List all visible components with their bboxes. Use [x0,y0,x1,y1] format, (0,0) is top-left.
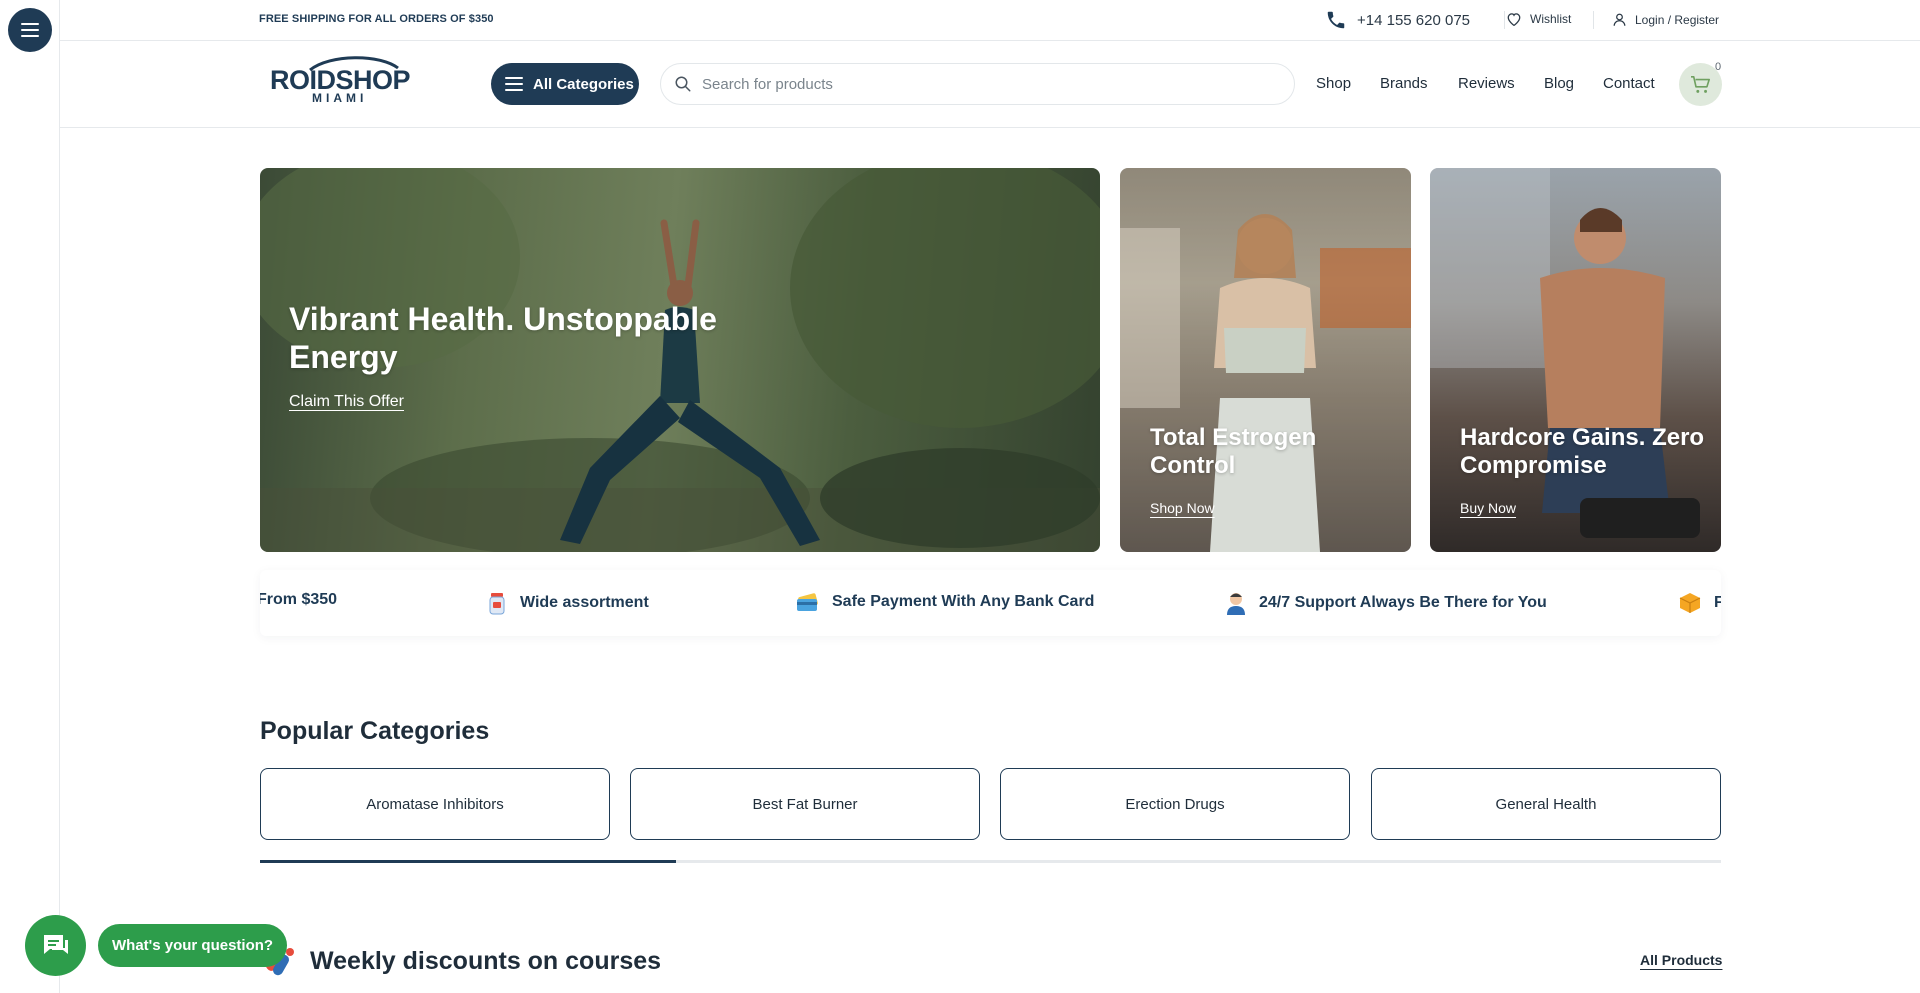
hero-banner-title: Vibrant Health. Unstoppable Energy [289,301,717,375]
phone-icon [1327,11,1345,29]
popular-categories-title: Popular Categories [260,717,490,745]
gains-banner-title: Hardcore Gains. Zero Compromise [1460,424,1705,479]
banner-estrogen-control[interactable]: Total Estrogen Control Shop Now [1120,168,1411,552]
svg-text:MIAMI: MIAMI [312,91,367,104]
banner-image-woman [1120,168,1411,552]
cart-count-badge: 0 [1715,61,1722,73]
weekly-discounts-heading: Weekly discounts on courses [260,944,661,978]
nav-brands[interactable]: Brands [1380,75,1428,92]
banner-image-man [1430,168,1700,538]
hero-banner-yoga[interactable]: Vibrant Health. Unstoppable Energy Claim… [260,168,1100,552]
login-register-link[interactable]: Login / Register [1612,12,1719,27]
login-label: Login / Register [1635,12,1720,27]
divider [1593,11,1594,29]
all-categories-button[interactable]: All Categories [491,63,639,105]
heart-icon [1507,13,1521,26]
package-icon [1679,593,1701,613]
search-icon[interactable] [674,75,692,93]
feature-free-delivery-label: Fr [1714,594,1721,611]
support-agent-icon [1227,593,1245,615]
feature-payment: Safe Payment With Any Bank Card [796,591,1094,613]
category-general-health[interactable]: General Health [1371,768,1721,840]
main-header: ROIDSHOP MIAMI All Categories Shop Brand… [60,41,1920,128]
cart-icon [1690,75,1710,93]
user-icon [1613,13,1626,26]
feature-assortment: Wide assortment [486,591,649,615]
nav-contact[interactable]: Contact [1603,75,1655,92]
top-bar: FREE SHIPPING FOR ALL ORDERS OF $350 +14… [60,0,1920,41]
feature-support-label: 24/7 Support Always Be There for You [1259,594,1547,611]
all-categories-label: All Categories [533,75,634,93]
features-strip: From $350 Wide assortment Safe Payment W… [260,570,1721,636]
nav-shop[interactable]: Shop [1316,75,1351,92]
feature-payment-label: Safe Payment With Any Bank Card [832,593,1095,610]
category-aromatase-inhibitors[interactable]: Aromatase Inhibitors [260,768,610,840]
shop-now-link[interactable]: Shop Now [1150,500,1215,516]
phone-number: +14 155 620 075 [1357,11,1471,29]
feature-shipping: From $350 [260,591,337,609]
phone-contact[interactable]: +14 155 620 075 [1325,9,1470,31]
credit-card-icon [797,593,818,611]
category-erection-drugs[interactable]: Erection Drugs [1000,768,1350,840]
feature-assortment-label: Wide assortment [520,594,649,611]
categories-scrollbar-thumb[interactable] [260,860,677,863]
weekly-discounts-title: Weekly discounts on courses [310,946,662,975]
page: FREE SHIPPING FOR ALL ORDERS OF $350 +14… [0,0,1920,993]
category-best-fat-burner[interactable]: Best Fat Burner [630,768,980,840]
nav-reviews[interactable]: Reviews [1458,75,1515,92]
nav-blog[interactable]: Blog [1544,75,1574,92]
feature-free-delivery: Fr [1678,591,1721,615]
left-rail [0,0,60,993]
feature-support: 24/7 Support Always Be There for You [1225,591,1547,615]
feature-shipping-label: From $350 [260,591,338,608]
search-bar [660,63,1295,105]
claim-offer-link[interactable]: Claim This Offer [289,393,404,411]
hamburger-icon [505,77,523,91]
divider [1504,11,1505,29]
estrogen-banner-title: Total Estrogen Control [1150,424,1317,479]
buy-now-link[interactable]: Buy Now [1460,500,1516,516]
logo-graphic: ROIDSHOP MIAMI [270,56,411,105]
chat-button[interactable] [25,915,86,976]
free-shipping-promo: FREE SHIPPING FOR ALL ORDERS OF $350 [259,13,494,25]
hamburger-icon [21,23,39,37]
search-input[interactable] [702,75,1262,93]
medicine-bottle-icon [489,593,505,615]
chat-prompt-bubble[interactable]: What's your question? [98,924,288,967]
chat-icon [43,934,68,954]
banner-hardcore-gains[interactable]: Hardcore Gains. Zero Compromise Buy Now [1430,168,1721,552]
wishlist-label: Wishlist [1530,12,1572,26]
side-menu-button[interactable] [8,8,52,52]
site-logo[interactable]: ROIDSHOP MIAMI [270,56,436,105]
wishlist-link[interactable]: Wishlist [1506,12,1571,26]
all-products-link[interactable]: All Products [1640,952,1722,968]
categories-scrollbar[interactable] [260,860,1721,863]
